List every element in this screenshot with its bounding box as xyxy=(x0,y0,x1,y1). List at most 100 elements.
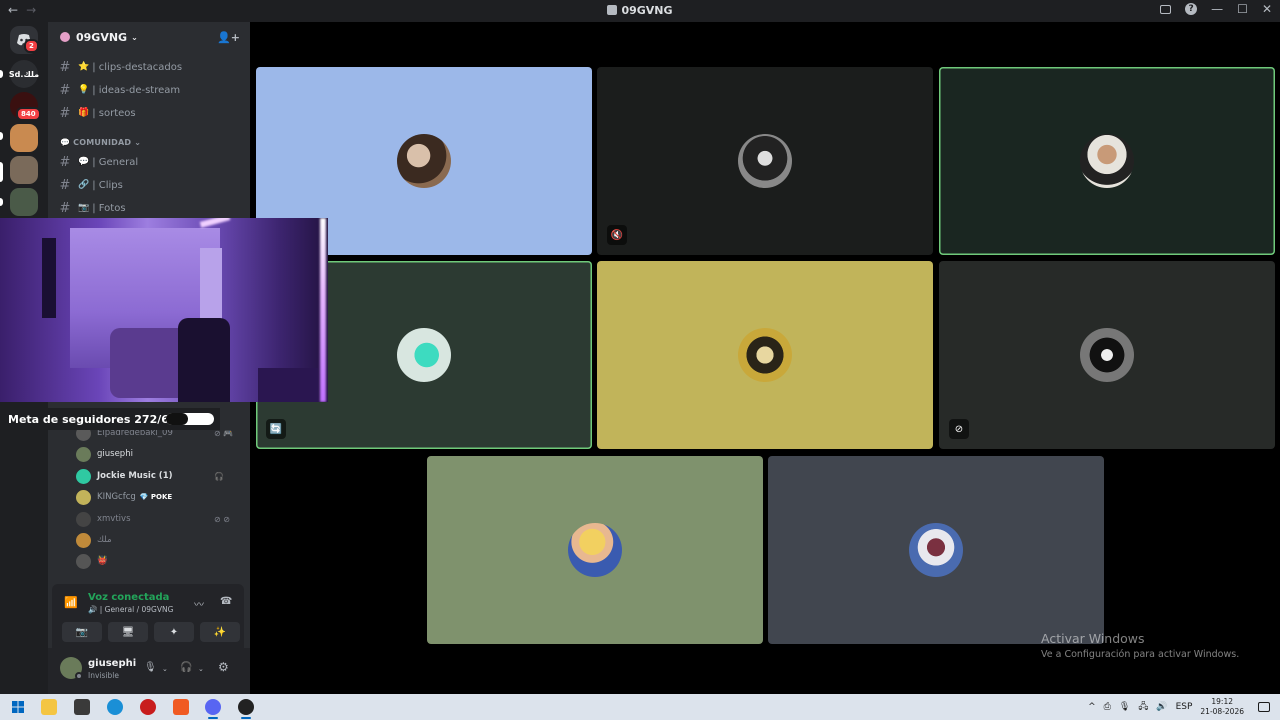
soundboard-button[interactable]: ✨ xyxy=(200,622,240,642)
avatar xyxy=(76,553,91,569)
voice-member[interactable]: KINGcfcg 💎 POKE xyxy=(76,488,172,506)
microphone-icon[interactable]: 🎙 xyxy=(144,662,157,673)
username[interactable]: giusephi xyxy=(88,658,136,669)
participant-tile[interactable] xyxy=(427,456,763,644)
obs-icon[interactable] xyxy=(238,699,254,715)
signal-icon[interactable]: 📶 xyxy=(64,596,78,609)
window-title-text: 09GVNG xyxy=(621,4,673,17)
nav-buttons: ← → xyxy=(8,3,36,17)
clock[interactable]: 19:12 21-08-2026 xyxy=(1200,697,1244,717)
muted-mic-icon: 🔇 xyxy=(607,225,627,245)
chevron-down-icon[interactable]: ⌄ xyxy=(162,665,168,673)
back-arrow-icon[interactable]: ← xyxy=(8,3,18,17)
channel-name: | sorteos xyxy=(92,107,136,119)
forward-arrow-icon[interactable]: → xyxy=(26,3,36,17)
start-icon[interactable] xyxy=(10,699,26,715)
camera-button[interactable]: 📷 xyxy=(62,622,102,642)
maximize-button[interactable]: ☐ xyxy=(1237,2,1248,16)
invite-icon[interactable]: 👤+ xyxy=(217,31,240,44)
clock-date: 21-08-2026 xyxy=(1200,707,1244,716)
edge-browser-icon[interactable] xyxy=(107,699,123,715)
channel-clips[interactable]: # 🔗 | Clips xyxy=(56,175,242,195)
avatar xyxy=(76,511,91,527)
led-strip xyxy=(199,218,231,228)
activities-button[interactable]: ✦ xyxy=(154,622,194,642)
minimize-button[interactable]: — xyxy=(1211,2,1223,16)
watermark-title: Activar Windows xyxy=(1041,631,1145,646)
voice-status: Voz conectada xyxy=(88,592,170,603)
brave-browser-icon[interactable] xyxy=(173,699,189,715)
opera-icon[interactable] xyxy=(140,699,156,715)
channel-name: | General xyxy=(92,156,139,168)
participant-avatar xyxy=(397,134,451,188)
avatar xyxy=(76,446,91,462)
participant-tile[interactable] xyxy=(768,456,1104,644)
inbox-icon[interactable] xyxy=(1160,4,1172,14)
screen-share-icon: 🖥 xyxy=(121,626,135,638)
voice-member[interactable]: 👹 xyxy=(76,552,108,570)
chevron-down-icon[interactable]: ⌄ xyxy=(198,665,204,673)
category-comunidad[interactable]: 💬 COMUNIDAD ⌄ xyxy=(60,138,141,147)
voice-channel-link[interactable]: 🔊 | General / 09GVNG xyxy=(88,605,173,614)
goal-progress-fill xyxy=(166,413,188,425)
system-tray: ^ ⎙ 🎙 🖧 🔊 ESP 19:12 21-08-2026 xyxy=(1088,694,1280,720)
selected-indicator xyxy=(0,162,3,182)
voice-connection-panel: 📶 Voz conectada 🔊 | General / 09GVNG 〰 ☎… xyxy=(52,584,244,648)
notification-icon[interactable] xyxy=(1258,702,1270,712)
channel-name: | Fotos xyxy=(92,202,126,214)
microphone-icon[interactable]: 🎙 xyxy=(1119,702,1130,712)
channel-sorteos[interactable]: # 🎁 | sorteos xyxy=(56,103,242,123)
title-bar: ← → 09GVNG ? — ☐ ✕ xyxy=(0,0,1280,22)
avatar xyxy=(76,489,91,505)
channel-clips-destacados[interactable]: # ⭐ | clips-destacados xyxy=(56,57,242,77)
network-icon[interactable]: 🖧 xyxy=(1138,699,1148,715)
participant-tile[interactable]: 🔇 xyxy=(597,67,933,255)
server-header[interactable]: 09GVNG ⌄ 👤+ xyxy=(48,22,250,52)
voice-member[interactable]: Jockie Music (1) 🎧 xyxy=(76,467,224,485)
headset-icon: 🎧 xyxy=(214,471,224,481)
disconnect-icon[interactable]: ☎ xyxy=(220,596,232,607)
activities-icon: ✦ xyxy=(169,626,179,638)
help-icon[interactable]: ? xyxy=(1185,3,1198,15)
user-status: Invisible xyxy=(88,671,119,680)
channel-name: | ideas-de-stream xyxy=(92,84,181,96)
server-badge: 840 xyxy=(16,107,41,121)
server-icon-sd[interactable]: Sd.ملك xyxy=(9,60,39,88)
chevron-up-icon[interactable]: ^ xyxy=(1088,702,1096,712)
server-icon-09gvng[interactable] xyxy=(10,156,38,184)
discord-taskbar-icon[interactable] xyxy=(205,699,221,715)
language-indicator[interactable]: ESP xyxy=(1176,702,1193,712)
chevron-down-icon: ⌄ xyxy=(131,32,138,42)
channel-ideas-de-stream[interactable]: # 💡 | ideas-de-stream xyxy=(56,80,242,100)
close-button[interactable]: ✕ xyxy=(1262,2,1272,16)
participant-avatar xyxy=(568,523,622,577)
watermark-subtitle: Ve a Configuración para activar Windows. xyxy=(1041,649,1240,660)
participant-tile[interactable]: ⊘ xyxy=(939,261,1275,449)
volume-icon[interactable]: 🔊 xyxy=(1156,702,1167,712)
led-strip xyxy=(320,218,326,402)
server-icon-avatar[interactable] xyxy=(10,124,38,152)
server-icon-folder[interactable] xyxy=(10,188,38,216)
headset-icon[interactable]: 🎧 xyxy=(180,662,192,673)
channel-general[interactable]: # 💬 | General xyxy=(56,152,242,172)
chevron-down-icon: ⌄ xyxy=(134,138,142,147)
participant-tile[interactable] xyxy=(597,261,933,449)
voice-member[interactable]: xmvtivs ⊘ ⊘ xyxy=(76,510,230,528)
noise-suppression-icon[interactable]: 〰 xyxy=(194,596,204,611)
file-explorer-icon[interactable] xyxy=(41,699,57,715)
speech-bubble-icon: 💬 xyxy=(60,138,71,147)
gift-icon: 🎁 xyxy=(78,108,90,118)
channel-name: | clips-destacados xyxy=(92,61,183,73)
channel-fotos[interactable]: # 📷 | Fotos xyxy=(56,198,242,218)
voice-member[interactable]: ملك xyxy=(76,531,112,549)
participant-tile-speaking[interactable] xyxy=(939,67,1275,255)
mail-icon[interactable] xyxy=(74,699,90,715)
webcam-curtain xyxy=(42,238,56,318)
category-name: COMUNIDAD xyxy=(73,138,132,147)
muted-icon: ⊘ xyxy=(949,419,969,439)
screen-share-button[interactable]: 🖥 xyxy=(108,622,148,642)
voice-member[interactable]: giusephi xyxy=(76,445,133,463)
settings-gear-icon[interactable]: ⚙ xyxy=(218,660,229,674)
device-icon[interactable]: ⎙ xyxy=(1104,702,1111,712)
member-name: xmvtivs xyxy=(97,514,131,524)
